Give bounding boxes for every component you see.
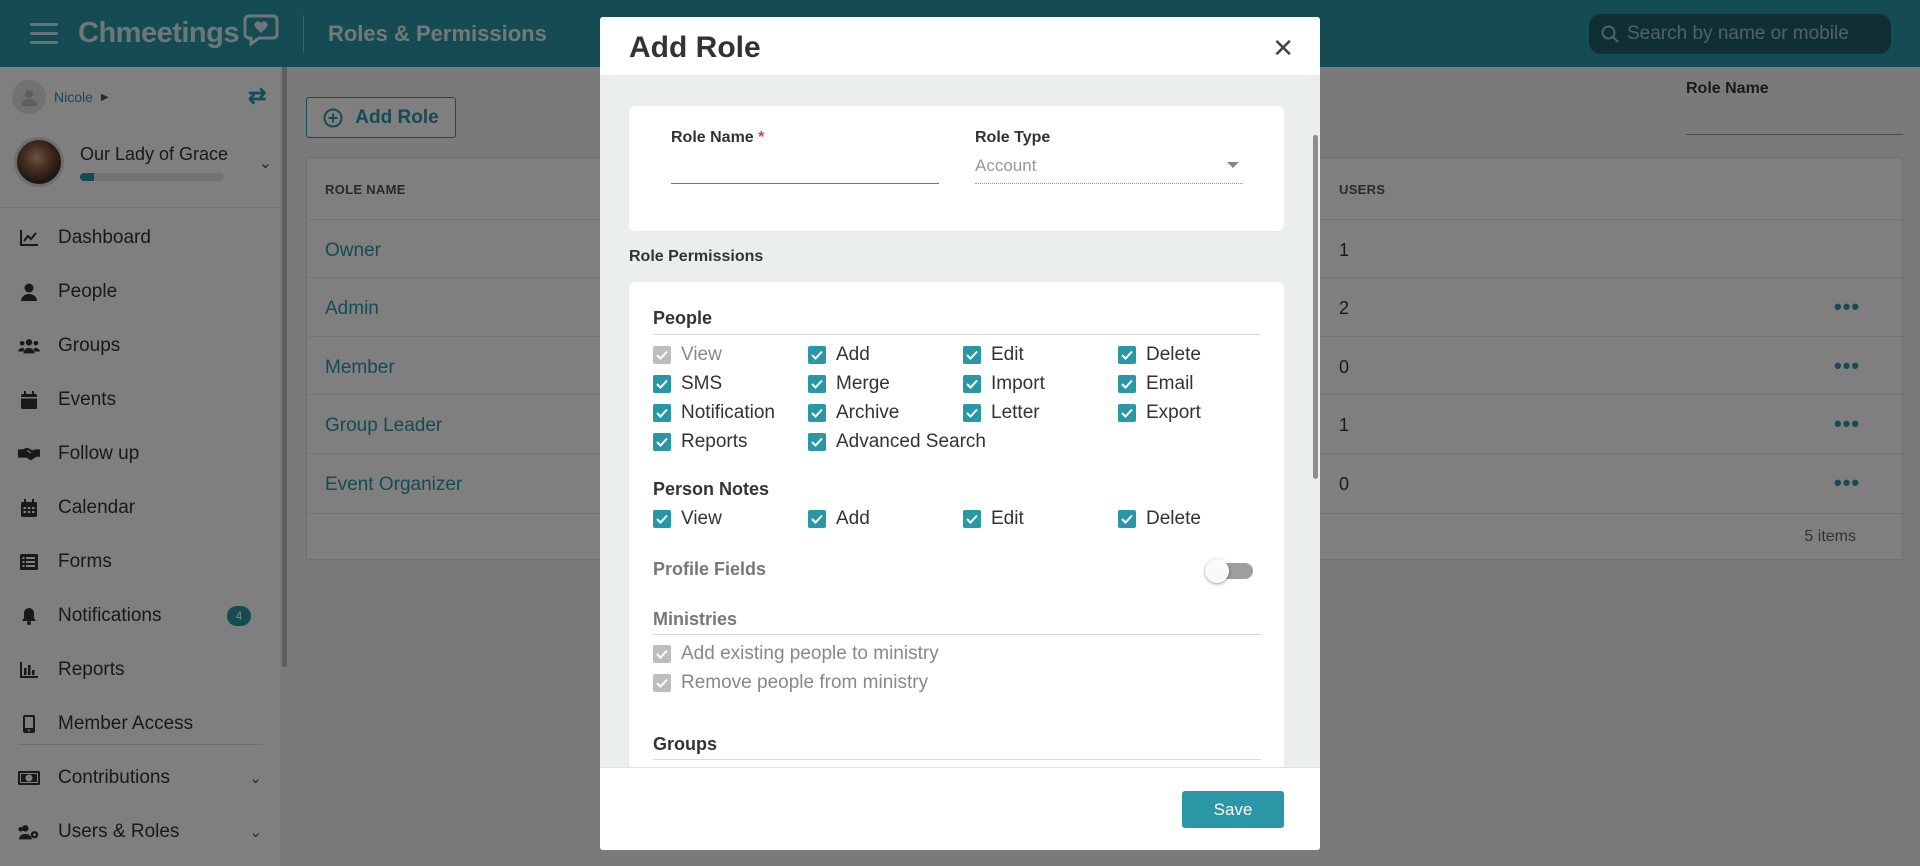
role-type-label: Role Type — [975, 129, 1051, 146]
checkbox-checked-icon — [1118, 346, 1136, 364]
people-section-title: People — [653, 308, 713, 328]
checkbox-checked-icon — [808, 346, 826, 364]
checkbox-checked-icon — [963, 510, 981, 528]
perm-notes-add[interactable]: Add — [808, 508, 870, 530]
checkbox-checked-icon — [653, 346, 671, 364]
checkbox-checked-icon — [963, 404, 981, 422]
modal-body: Role Name * Role Type Account Role Permi… — [600, 75, 1320, 767]
required-marker: * — [758, 129, 765, 146]
perm-people-sms[interactable]: SMS — [653, 373, 722, 395]
perm-people-letter[interactable]: Letter — [963, 402, 1040, 424]
perm-label: Advanced Search — [836, 431, 986, 452]
perm-label: Edit — [991, 344, 1024, 365]
perm-notes-delete[interactable]: Delete — [1118, 508, 1201, 530]
perm-people-export[interactable]: Export — [1118, 402, 1201, 424]
checkbox-checked-icon — [808, 510, 826, 528]
profile-fields-toggle[interactable] — [1205, 559, 1253, 583]
perm-label: Notification — [681, 402, 775, 423]
groups-section-title: Groups — [653, 734, 718, 754]
checkbox-checked-icon — [963, 375, 981, 393]
role-name-label-text: Role Name — [671, 129, 754, 146]
checkbox-checked-icon — [1118, 510, 1136, 528]
perm-people-import[interactable]: Import — [963, 373, 1045, 395]
perm-label: Email — [1146, 373, 1194, 394]
perm-people-merge[interactable]: Merge — [808, 373, 890, 395]
perm-label: Letter — [991, 402, 1040, 423]
perm-label: Reports — [681, 431, 748, 452]
checkbox-checked-icon — [1118, 375, 1136, 393]
role-details-card: Role Name * Role Type Account — [629, 106, 1284, 231]
perm-people-notification[interactable]: Notification — [653, 402, 775, 424]
perm-label: Merge — [836, 373, 890, 394]
checkbox-checked-icon — [1118, 404, 1136, 422]
perm-people-view[interactable]: View — [653, 344, 722, 366]
permissions-title: Role Permissions — [629, 248, 764, 265]
person-notes-section-title: Person Notes — [653, 479, 770, 499]
modal-scrollbar[interactable] — [1313, 135, 1318, 479]
perm-ministry-remove-people[interactable]: Remove people from ministry — [653, 672, 928, 694]
permissions-card: People View Add Edit Delete SMS Merge Im… — [629, 282, 1284, 767]
perm-notes-edit[interactable]: Edit — [963, 508, 1024, 530]
perm-label: Add existing people to ministry — [681, 643, 939, 664]
perm-people-edit[interactable]: Edit — [963, 344, 1024, 366]
perm-label: Import — [991, 373, 1045, 394]
perm-people-delete[interactable]: Delete — [1118, 344, 1201, 366]
toggle-knob — [1205, 559, 1229, 583]
checkbox-checked-icon — [963, 346, 981, 364]
role-name-label: Role Name * — [671, 129, 764, 147]
perm-label: Add — [836, 344, 870, 365]
perm-label: Remove people from ministry — [681, 672, 929, 693]
role-type-value: Account — [975, 156, 1037, 175]
checkbox-checked-icon — [653, 404, 671, 422]
checkbox-checked-icon — [653, 674, 671, 692]
dropdown-arrow-icon — [1227, 162, 1239, 168]
modal-header: Add Role ✕ — [600, 17, 1320, 75]
section-divider — [653, 334, 1261, 335]
perm-label: Add — [836, 508, 870, 529]
role-name-input[interactable] — [671, 154, 939, 184]
checkbox-checked-icon — [808, 375, 826, 393]
perm-label: Archive — [836, 402, 900, 423]
profile-fields-section-title: Profile Fields — [653, 559, 767, 579]
ministries-section-title: Ministries — [653, 609, 738, 629]
close-icon[interactable]: ✕ — [1272, 35, 1294, 61]
perm-label: View — [681, 508, 722, 529]
perm-label: Export — [1146, 402, 1201, 423]
checkbox-checked-icon — [653, 375, 671, 393]
checkbox-checked-icon — [808, 433, 826, 451]
perm-label: SMS — [681, 373, 723, 394]
perm-people-add[interactable]: Add — [808, 344, 870, 366]
role-type-select[interactable]: Account — [975, 154, 1243, 184]
add-role-modal: Add Role ✕ Role Name * Role Type Account… — [600, 17, 1320, 850]
perm-notes-view[interactable]: View — [653, 508, 722, 530]
modal-title: Add Role — [629, 31, 761, 64]
save-button[interactable]: Save — [1182, 791, 1284, 828]
perm-people-reports[interactable]: Reports — [653, 431, 748, 453]
perm-label: Edit — [991, 508, 1024, 529]
perm-ministry-add-people[interactable]: Add existing people to ministry — [653, 643, 939, 665]
perm-people-advanced-search[interactable]: Advanced Search — [808, 431, 986, 453]
perm-people-archive[interactable]: Archive — [808, 402, 899, 424]
modal-footer: Save — [600, 767, 1320, 850]
checkbox-checked-icon — [653, 510, 671, 528]
checkbox-checked-icon — [653, 645, 671, 663]
checkbox-checked-icon — [808, 404, 826, 422]
section-divider — [653, 759, 1261, 760]
perm-people-email[interactable]: Email — [1118, 373, 1194, 395]
perm-label: Delete — [1146, 344, 1201, 365]
checkbox-checked-icon — [653, 433, 671, 451]
perm-label: Delete — [1146, 508, 1201, 529]
section-divider — [653, 634, 1261, 635]
perm-label: View — [681, 344, 722, 365]
